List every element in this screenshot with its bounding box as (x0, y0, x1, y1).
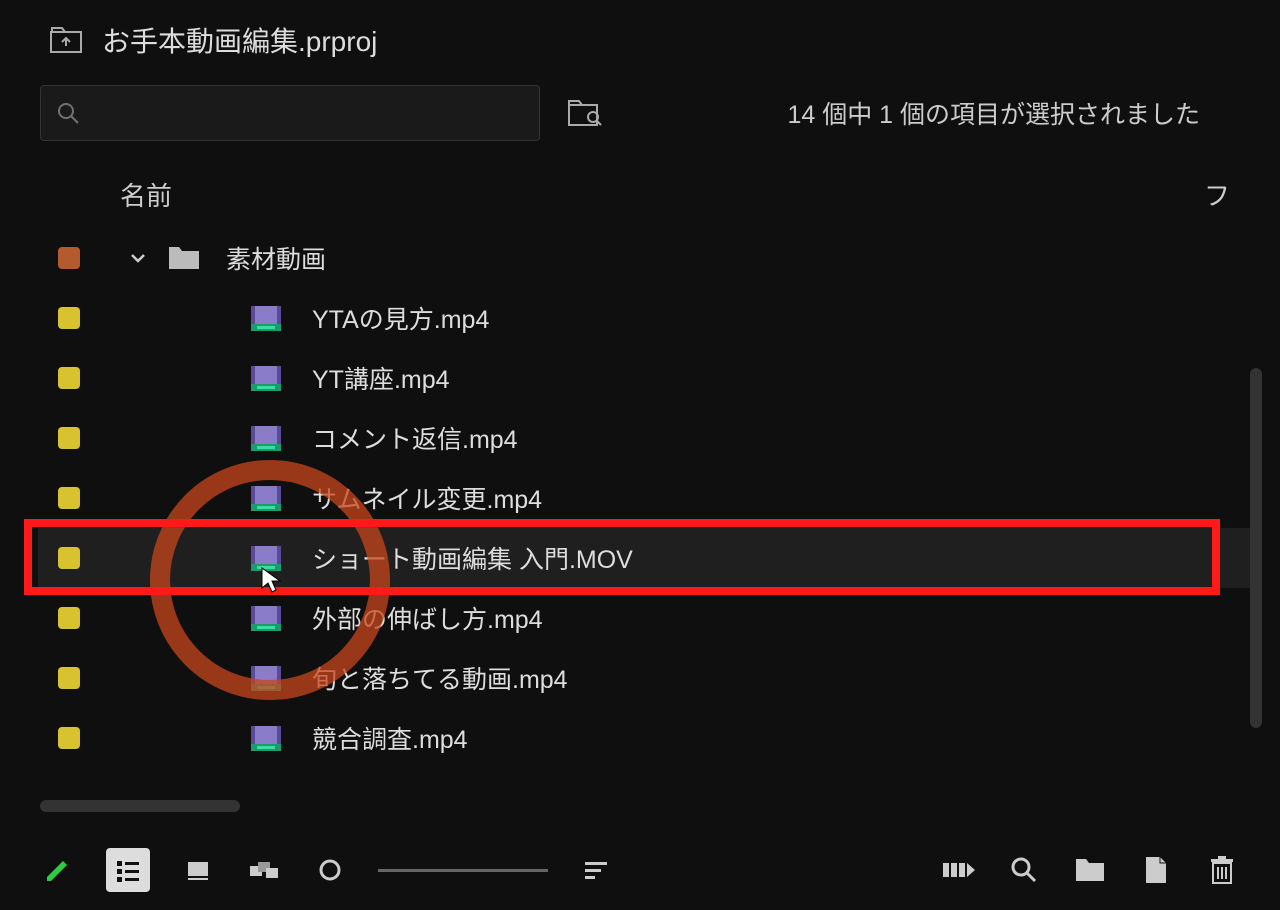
search-in-bin-icon[interactable] (565, 98, 605, 128)
icon-view-icon[interactable] (180, 852, 216, 888)
clip-row[interactable]: YTAの見方.mp4 (38, 288, 1252, 348)
vertical-scrollbar[interactable] (1250, 368, 1262, 728)
color-label[interactable] (58, 247, 80, 269)
freeform-view-icon[interactable] (246, 852, 282, 888)
automate-to-sequence-icon[interactable] (940, 852, 976, 888)
bin-name: 素材動画 (226, 240, 326, 276)
video-clip-icon (248, 364, 284, 392)
clip-row[interactable]: YT講座.mp4 (38, 348, 1252, 408)
project-up-icon[interactable] (50, 27, 82, 53)
color-label[interactable] (58, 607, 80, 629)
color-label[interactable] (58, 727, 80, 749)
color-label[interactable] (58, 367, 80, 389)
clip-row[interactable]: サムネイル変更.mp4 (38, 468, 1252, 528)
color-label[interactable] (58, 307, 80, 329)
clip-name: YT講座.mp4 (312, 360, 450, 396)
clip-name: 競合調査.mp4 (312, 720, 468, 756)
list-view-icon[interactable] (106, 848, 150, 892)
video-clip-icon (248, 604, 284, 632)
color-label[interactable] (58, 667, 80, 689)
project-title: お手本動画編集.prproj (102, 20, 377, 60)
chevron-down-icon[interactable] (128, 248, 148, 268)
clip-name: コメント返信.mp4 (312, 420, 518, 456)
pencil-icon[interactable] (40, 852, 76, 888)
color-label[interactable] (58, 427, 80, 449)
clip-name: 外部の伸ばし方.mp4 (312, 600, 543, 636)
find-icon[interactable] (1006, 852, 1042, 888)
new-item-icon[interactable] (1138, 852, 1174, 888)
clip-name: YTAの見方.mp4 (312, 300, 489, 336)
selection-status: 14 個中 1 個の項目が選択されました (787, 95, 1240, 131)
clip-name: ショート動画編集 入門.MOV (312, 540, 633, 576)
color-label[interactable] (58, 547, 80, 569)
horizontal-scrollbar[interactable] (40, 800, 240, 812)
project-list[interactable]: 素材動画 YTAの見方.mp4 YT講座.mp4 コメント返信.mp4 サムネイル変更… (38, 228, 1252, 768)
video-clip-icon (248, 664, 284, 692)
column-right[interactable]: フ (1204, 176, 1240, 213)
clip-name: 旬と落ちてる動画.mp4 (312, 660, 568, 696)
clip-row[interactable]: 競合調査.mp4 (38, 708, 1252, 768)
sort-icon[interactable] (578, 852, 614, 888)
clip-row[interactable]: ショート動画編集 入門.MOV (38, 528, 1252, 588)
video-clip-icon (248, 724, 284, 752)
video-clip-icon (248, 544, 284, 572)
column-name[interactable]: 名前 (120, 176, 172, 213)
trash-icon[interactable] (1204, 852, 1240, 888)
video-clip-icon (248, 424, 284, 452)
video-clip-icon (248, 304, 284, 332)
search-input[interactable] (40, 85, 540, 141)
clip-name: サムネイル変更.mp4 (312, 480, 542, 516)
zoom-slider[interactable] (378, 869, 548, 872)
clip-row[interactable]: コメント返信.mp4 (38, 408, 1252, 468)
folder-icon (166, 244, 202, 272)
zoom-slider-min-icon[interactable] (312, 852, 348, 888)
bin-row[interactable]: 素材動画 (38, 228, 1252, 288)
clip-row[interactable]: 旬と落ちてる動画.mp4 (38, 648, 1252, 708)
video-clip-icon (248, 484, 284, 512)
clip-row[interactable]: 外部の伸ばし方.mp4 (38, 588, 1252, 648)
new-bin-icon[interactable] (1072, 852, 1108, 888)
color-label[interactable] (58, 487, 80, 509)
